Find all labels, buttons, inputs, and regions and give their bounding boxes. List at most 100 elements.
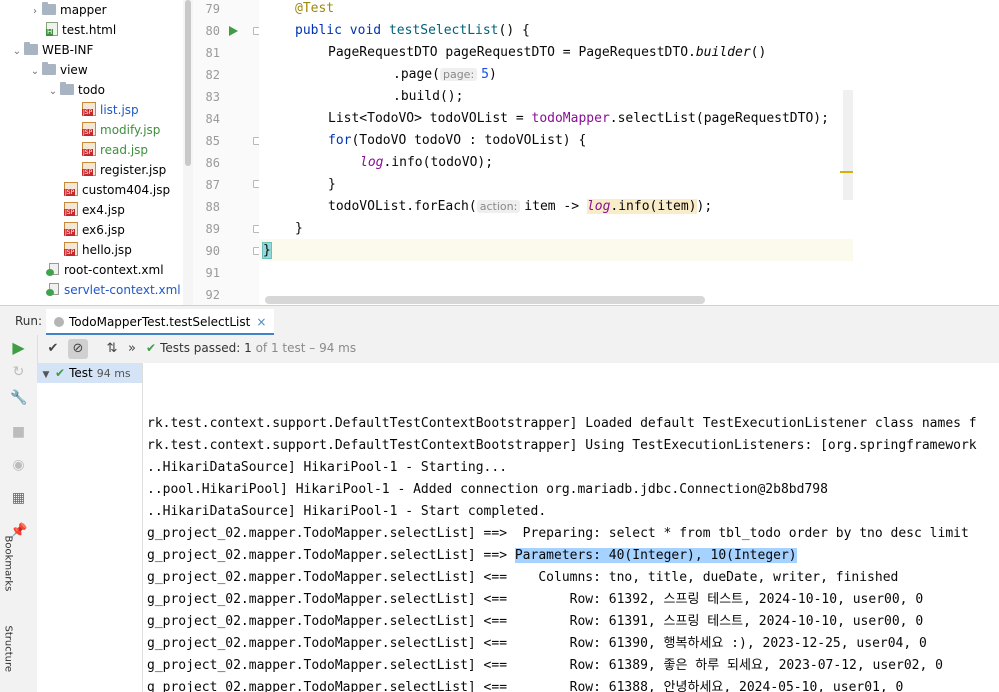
tree-item-mapper[interactable]: › mapper — [28, 0, 107, 20]
code-text: todoVOList.forEach( — [328, 199, 477, 214]
keyword: for — [328, 133, 352, 148]
code-line-89: } — [295, 218, 303, 240]
check-icon: ✔ — [55, 366, 66, 380]
console-output[interactable]: rk.test.context.support.DefaultTestConte… — [143, 363, 999, 692]
xml-file-icon — [46, 283, 60, 296]
code-text: () — [750, 45, 767, 60]
line-number: 83 — [205, 90, 220, 104]
stop-icon[interactable]: ■ — [10, 424, 27, 441]
jsp-file-icon — [82, 162, 96, 176]
tree-item-label: servlet-context.xml — [64, 283, 181, 297]
chevron-down-icon[interactable]: ⌄ — [46, 82, 60, 102]
cancel-icon: ⊘ — [72, 341, 84, 356]
code-text: .build(); — [393, 89, 464, 104]
tree-item-root-context-xml[interactable]: root-context.xml — [46, 260, 164, 280]
field-reference: todoMapper — [531, 111, 610, 126]
code-text: .selectList(pageRequestDTO); — [609, 111, 829, 126]
code-line-84: List<TodoVO> todoVOList = todoMapper.sel… — [328, 108, 829, 130]
console-line: g_project_02.mapper.TodoMapper.selectLis… — [147, 570, 899, 585]
folder-icon — [24, 42, 38, 55]
more-button[interactable]: » — [122, 339, 142, 359]
line-number: 92 — [205, 288, 220, 302]
chevron-down-icon[interactable]: ⌄ — [28, 62, 42, 82]
rerun-failed-icon[interactable]: ↻ — [10, 364, 27, 381]
console-line: ..pool.HikariPool] HikariPool-1 - Added … — [147, 482, 828, 497]
run-tab-title: TodoMapperTest.testSelectList — [69, 315, 251, 329]
tree-item-ex6-jsp[interactable]: ex6.jsp — [64, 220, 125, 240]
tree-item-label: mapper — [60, 3, 107, 17]
jsp-file-icon — [82, 122, 96, 136]
sort-button[interactable]: ⇅ — [102, 339, 122, 359]
code-line-88: todoVOList.forEach(action: item -> log.in… — [328, 196, 712, 218]
chevron-right-icon[interactable]: › — [28, 2, 42, 22]
console-line: ..HikariDataSource] HikariPool-1 - Start… — [147, 460, 508, 475]
tree-item-read-jsp[interactable]: read.jsp — [82, 140, 148, 160]
bookmarks-side-tab[interactable]: Bookmarks — [3, 536, 14, 596]
tree-item-label: custom404.jsp — [82, 183, 171, 197]
editor-gutter: 79 80 81 82 83 84 85 86 87 88 89 90 91 9… — [193, 0, 260, 305]
line-number: 80 — [205, 24, 220, 38]
tree-item-test-html[interactable]: test.html — [46, 20, 116, 40]
jsp-file-icon — [64, 202, 78, 216]
tree-item-custom404-jsp[interactable]: custom404.jsp — [64, 180, 170, 200]
tree-item-web-inf[interactable]: ⌄ WEB-INF — [10, 40, 93, 60]
line-number: 89 — [205, 222, 220, 236]
layout-icon[interactable]: ▦ — [10, 490, 27, 507]
test-config-icon — [54, 317, 64, 327]
code-line-87: } — [328, 174, 336, 196]
keyword: void — [349, 23, 382, 38]
line-number: 91 — [205, 266, 220, 280]
tree-item-list-jsp[interactable]: list.jsp — [82, 100, 139, 120]
code-text: .info(todoVO); — [383, 155, 494, 170]
console-line: g_project_02.mapper.TodoMapper.selectLis… — [147, 680, 904, 692]
close-icon[interactable]: × — [256, 315, 266, 329]
test-name: Test — [69, 366, 93, 380]
console-line: rk.test.context.support.DefaultTestConte… — [147, 416, 977, 431]
warning-marker[interactable] — [840, 171, 853, 173]
tree-item-label: list.jsp — [100, 103, 139, 117]
code-line-80: public void testSelectList() { — [295, 20, 530, 42]
run-test-icon[interactable] — [229, 26, 238, 36]
line-number: 84 — [205, 112, 220, 126]
code-text: List<TodoVO> todoVOList = — [328, 111, 532, 126]
tree-item-view[interactable]: ⌄ view — [28, 60, 88, 80]
code-text: PageRequestDTO pageRequestDTO = PageRequ… — [328, 45, 696, 60]
status-passed-count: 1 — [244, 341, 252, 355]
show-ignored-button[interactable]: ⊘ — [68, 339, 88, 359]
editor-horizontal-scrollbar[interactable] — [265, 296, 705, 304]
project-tree-scrollbar[interactable] — [183, 0, 193, 305]
line-number: 88 — [205, 200, 220, 214]
field-reference: log — [360, 155, 384, 170]
editor-scrollbar[interactable] — [843, 90, 853, 200]
code-editor[interactable]: @Test public void testSelectList() { Pag… — [259, 0, 853, 305]
chevron-down-icon[interactable]: ⌄ — [10, 42, 24, 62]
tree-item-register-jsp[interactable]: register.jsp — [82, 160, 166, 180]
run-config-tab[interactable]: TodoMapperTest.testSelectList × — [46, 309, 275, 336]
code-text: } — [328, 177, 336, 192]
scrollbar-thumb[interactable] — [185, 0, 191, 166]
show-passed-button[interactable]: ✔ — [43, 339, 63, 359]
line-number: 79 — [205, 2, 220, 16]
test-result-row[interactable]: ▼ ✔ Test 94 ms — [37, 363, 142, 383]
annotation: @Test — [295, 1, 335, 16]
wrench-icon[interactable]: 🔧 — [10, 390, 27, 407]
tree-item-todo[interactable]: ⌄ todo — [46, 80, 105, 100]
tree-item-ex4-jsp[interactable]: ex4.jsp — [64, 200, 125, 220]
tree-item-modify-jsp[interactable]: modify.jsp — [82, 120, 160, 140]
structure-side-tab[interactable]: Structure — [3, 626, 14, 686]
tree-item-servlet-context-xml[interactable]: servlet-context.xml — [46, 280, 181, 300]
line-number: 87 — [205, 178, 220, 192]
matched-brace: } — [262, 242, 272, 259]
line-number: 90 — [205, 244, 220, 258]
tree-item-hello-jsp[interactable]: hello.jsp — [64, 240, 132, 260]
chevron-down-icon[interactable]: ▼ — [37, 365, 55, 385]
tree-item-label: read.jsp — [100, 143, 149, 157]
code-line-82: .page(page: 5) — [393, 64, 497, 86]
console-line: g_project_02.mapper.TodoMapper.selectLis… — [147, 658, 943, 673]
rerun-icon[interactable]: ▶ — [10, 339, 27, 356]
check-icon: ✔ — [146, 341, 157, 355]
run-panel-header: Run: TodoMapperTest.testSelectList × — [0, 305, 999, 336]
tree-item-label: hello.jsp — [82, 243, 132, 257]
eye-icon[interactable]: ◉ — [10, 457, 27, 474]
test-results-tree: ▼ ✔ Test 94 ms — [37, 363, 143, 692]
